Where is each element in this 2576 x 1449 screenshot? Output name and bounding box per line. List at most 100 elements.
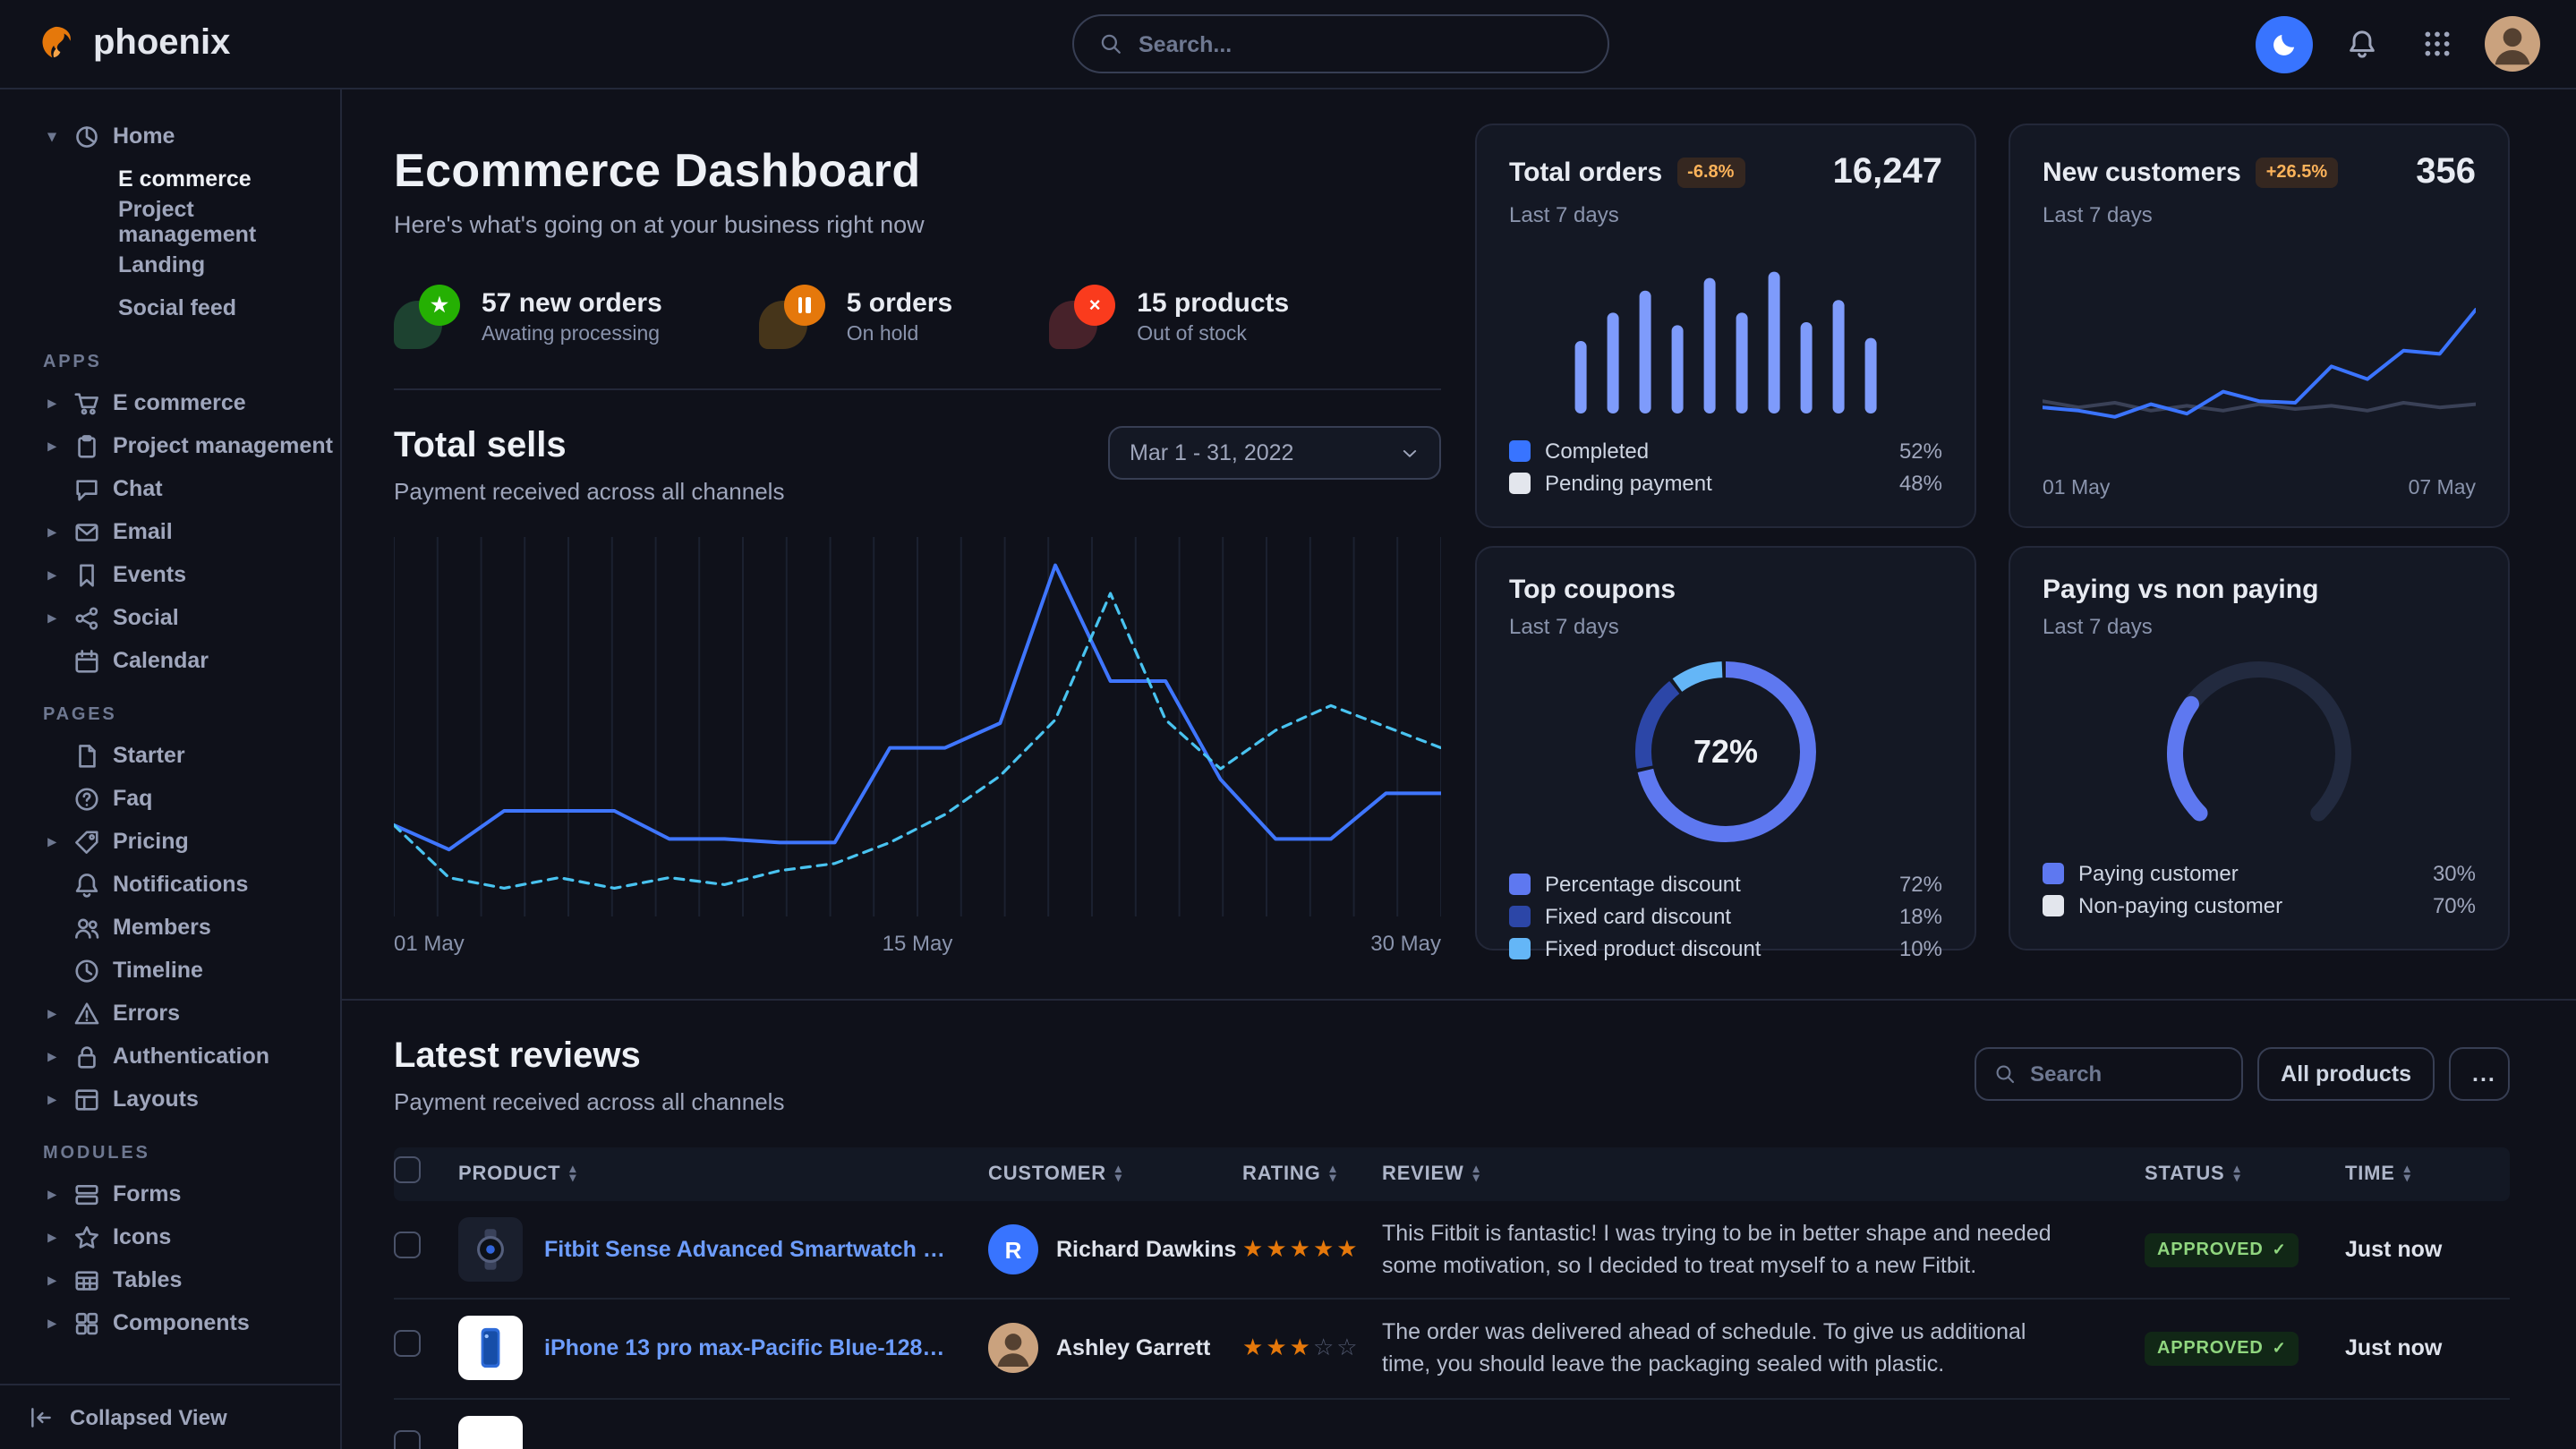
mail-icon (73, 518, 100, 545)
bell-icon (2346, 29, 2376, 59)
total-sells-title: Total sells (394, 426, 784, 467)
sort-icon[interactable]: ▴▾ (1115, 1165, 1122, 1183)
file-icon (73, 742, 100, 769)
sidebar-item[interactable]: ▸ Tables (43, 1258, 326, 1301)
table-row: Fitbit Sense Advanced Smartwatch with To… (394, 1201, 2510, 1300)
stat-value: 5 orders (847, 288, 952, 319)
card-title: Paying vs non paying (2043, 575, 2318, 605)
latest-reviews-section: Latest reviews Payment received across a… (342, 999, 2576, 1449)
sort-icon[interactable]: ▴▾ (2234, 1165, 2241, 1183)
table-icon (73, 1266, 100, 1293)
sidebar-item-label: E commerce (113, 390, 246, 415)
sidebar-item-home[interactable]: ▾ Home (43, 115, 326, 158)
sidebar-item[interactable]: ▸ Events (43, 553, 326, 596)
user-avatar[interactable] (2485, 16, 2540, 72)
x-label: 01 May (2043, 478, 2110, 499)
legend-label: Percentage discount (1545, 872, 1741, 897)
sidebar-item-label: Project management (113, 433, 333, 458)
more-options-button[interactable]: ... (2449, 1047, 2510, 1101)
sidebar-item-label: Tables (113, 1267, 182, 1292)
card-paying-vs-non-paying: Paying vs non paying Last 7 days Paying … (2009, 546, 2510, 950)
grid-icon (2421, 29, 2452, 59)
sidebar-item-label: Members (113, 915, 211, 940)
coupons-legend: Percentage discount 72% Fixed card disco… (1509, 868, 1942, 965)
collapse-label: Collapsed View (70, 1404, 227, 1429)
product-link[interactable]: iPhone 13 pro max-Pacific Blue-128GB sto… (544, 1336, 960, 1361)
legend-value: 18% (1899, 904, 1942, 929)
sort-icon[interactable]: ▴▾ (1330, 1165, 1337, 1183)
sidebar-subitem[interactable]: E commerce (43, 158, 326, 200)
sidebar-item[interactable]: ▸ E commerce (43, 381, 326, 424)
sidebar-item[interactable]: ▸ Errors (43, 992, 326, 1035)
sort-icon[interactable]: ▴▾ (1473, 1165, 1480, 1183)
collapse-sidebar-button[interactable]: Collapsed View (0, 1383, 340, 1449)
navbar-actions (2256, 15, 2540, 72)
sidebar-item[interactable]: ▸ Icons (43, 1215, 326, 1258)
theme-toggle-button[interactable] (2256, 15, 2313, 72)
sidebar-item[interactable]: Calendar (43, 639, 326, 682)
customers-line-chart-svg (2043, 286, 2476, 465)
reviews-search-input[interactable] (2030, 1061, 2223, 1087)
select-all-checkbox[interactable] (394, 1156, 421, 1183)
sort-icon[interactable]: ▴▾ (2404, 1165, 2411, 1183)
legend-row: Percentage discount 72% (1509, 868, 1942, 900)
sidebar-item[interactable]: ▸ Project management (43, 424, 326, 467)
review-time: Just now (2345, 1237, 2510, 1262)
pause-icon (784, 285, 825, 326)
sidebar-section-pages: Starter Faq ▸ Pricing Notifica (43, 734, 326, 1121)
sidebar-item-label: Home (113, 124, 175, 149)
section-label-apps: APPS (43, 353, 326, 372)
question-icon (73, 785, 100, 812)
brand[interactable]: phoenix (36, 23, 230, 64)
all-products-button[interactable]: All products (2257, 1047, 2435, 1101)
orders-legend: Completed 52% Pending payment 48% (1509, 435, 1942, 499)
sidebar-item[interactable]: ▸ Layouts (43, 1078, 326, 1121)
sidebar-subitem[interactable]: Social feed (43, 286, 326, 329)
sidebar-item[interactable]: Chat (43, 467, 326, 510)
review-text: This Fitbit is fantastic! I was trying t… (1382, 1201, 2145, 1299)
top-navbar: phoenix (0, 0, 2576, 89)
legend-row: Completed 52% (1509, 435, 1942, 467)
sidebar-item[interactable]: Timeline (43, 949, 326, 992)
app-window: phoenix ▾ Home (0, 0, 2576, 1449)
cart-icon (73, 389, 100, 416)
date-range-select[interactable]: Mar 1 - 31, 2022 (1108, 426, 1441, 480)
sidebar-item[interactable]: ▸ Email (43, 510, 326, 553)
review-text: The order was delivered ahead of schedul… (1382, 1300, 2145, 1398)
product-link[interactable]: Fitbit Sense Advanced Smartwatch with To… (544, 1237, 960, 1262)
sidebar-item[interactable]: ▸ Components (43, 1301, 326, 1344)
orders-bar-chart (1509, 227, 1942, 435)
notifications-button[interactable] (2334, 17, 2388, 71)
stats-row: ★ 57 new orders Awating processing (394, 285, 1441, 390)
sidebar-subitem[interactable]: Landing (43, 243, 326, 286)
sidebar-item-label: Errors (113, 1001, 180, 1026)
sidebar-subitem[interactable]: Project management (43, 200, 326, 243)
check-icon: ✓ (2273, 1240, 2287, 1260)
row-checkbox[interactable] (394, 1232, 421, 1258)
check-icon: ✓ (2273, 1340, 2287, 1360)
row-checkbox[interactable] (394, 1429, 421, 1449)
search-input[interactable] (1139, 31, 1582, 56)
apps-menu-button[interactable] (2410, 17, 2463, 71)
sidebar-item[interactable]: Starter (43, 734, 326, 777)
trend-badge: +26.5% (2256, 158, 2338, 188)
sidebar-item[interactable]: ▸ Pricing (43, 820, 326, 863)
sidebar-item[interactable]: ▸ Authentication (43, 1035, 326, 1078)
stat-icon-wrap: ★ (394, 285, 460, 349)
sort-icon[interactable]: ▴▾ (569, 1165, 576, 1183)
total-sells-chart: 01 May 15 May 30 May (394, 537, 1441, 956)
date-range-value: Mar 1 - 31, 2022 (1130, 440, 1386, 465)
pie-chart-icon (73, 123, 100, 149)
sidebar-item[interactable]: Members (43, 906, 326, 949)
orders-bar-chart-svg (1565, 249, 1887, 413)
stat-value: 15 products (1137, 288, 1289, 319)
paying-gauge-chart (2155, 657, 2363, 843)
sidebar-subitem-label: Landing (118, 252, 205, 277)
sidebar-item[interactable]: ▸ Social (43, 596, 326, 639)
sidebar-item[interactable]: Notifications (43, 863, 326, 906)
sidebar-item[interactable]: Faq (43, 777, 326, 820)
sidebar-item[interactable]: ▸ Forms (43, 1172, 326, 1215)
row-checkbox[interactable] (394, 1331, 421, 1358)
puzzle-icon (73, 1309, 100, 1336)
stat-out-of-stock: × 15 products Out of stock (1049, 285, 1289, 349)
